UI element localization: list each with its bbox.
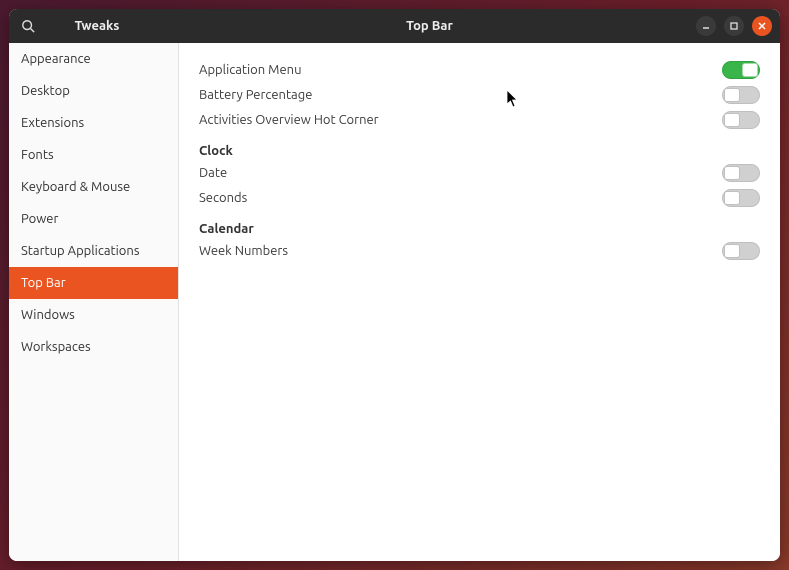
toggle-application-menu[interactable] <box>722 61 760 79</box>
sidebar: Appearance Desktop Extensions Fonts Keyboard… <box>9 43 179 561</box>
toggle-knob <box>724 166 740 180</box>
sidebar-item-workspaces[interactable]: Workspaces <box>9 331 178 363</box>
section-title-clock: Clock <box>199 144 760 158</box>
setting-label-application-menu: Application Menu <box>199 63 302 77</box>
app-title: Tweaks <box>43 19 151 33</box>
search-icon <box>21 19 35 33</box>
section-calendar: Calendar Week Numbers <box>199 222 760 263</box>
toggle-knob <box>724 191 740 205</box>
titlebar[interactable]: Tweaks Top Bar <box>9 9 780 43</box>
search-button[interactable] <box>13 9 43 43</box>
setting-row-application-menu: Application Menu <box>199 57 760 82</box>
page-title: Top Bar <box>179 19 680 33</box>
content-area: Application Menu Battery Percentage Activi… <box>179 43 780 561</box>
sidebar-item-keyboard-mouse[interactable]: Keyboard & Mouse <box>9 171 178 203</box>
toggle-battery-percentage[interactable] <box>722 86 760 104</box>
section-title-calendar: Calendar <box>199 222 760 236</box>
setting-row-seconds: Seconds <box>199 185 760 210</box>
titlebar-left: Tweaks <box>9 9 179 43</box>
sidebar-item-top-bar[interactable]: Top Bar <box>9 267 178 299</box>
toggle-activities-hot-corner[interactable] <box>722 111 760 129</box>
sidebar-item-label: Keyboard & Mouse <box>21 180 130 194</box>
setting-row-battery-percentage: Battery Percentage <box>199 82 760 107</box>
toggle-week-numbers[interactable] <box>722 242 760 260</box>
toggle-seconds[interactable] <box>722 189 760 207</box>
section-clock: Clock Date Seconds <box>199 144 760 210</box>
setting-label-date: Date <box>199 166 227 180</box>
section-general: Application Menu Battery Percentage Activi… <box>199 57 760 132</box>
sidebar-item-label: Appearance <box>21 52 91 66</box>
setting-label-seconds: Seconds <box>199 191 247 205</box>
sidebar-item-startup-applications[interactable]: Startup Applications <box>9 235 178 267</box>
sidebar-item-label: Windows <box>21 308 75 322</box>
setting-row-week-numbers: Week Numbers <box>199 238 760 263</box>
maximize-button[interactable] <box>724 16 744 36</box>
sidebar-item-label: Fonts <box>21 148 54 162</box>
minimize-button[interactable] <box>696 16 716 36</box>
window: Tweaks Top Bar Appearance Desktop Extensio… <box>9 9 780 561</box>
setting-label-battery-percentage: Battery Percentage <box>199 88 312 102</box>
sidebar-item-windows[interactable]: Windows <box>9 299 178 331</box>
sidebar-item-power[interactable]: Power <box>9 203 178 235</box>
sidebar-item-fonts[interactable]: Fonts <box>9 139 178 171</box>
close-icon <box>757 21 767 31</box>
toggle-knob <box>742 63 758 77</box>
maximize-icon <box>729 21 739 31</box>
minimize-icon <box>701 21 711 31</box>
setting-label-week-numbers: Week Numbers <box>199 244 288 258</box>
sidebar-item-label: Startup Applications <box>21 244 139 258</box>
sidebar-item-appearance[interactable]: Appearance <box>9 43 178 75</box>
sidebar-item-label: Top Bar <box>21 276 66 290</box>
setting-row-date: Date <box>199 160 760 185</box>
window-body: Appearance Desktop Extensions Fonts Keyboard… <box>9 43 780 561</box>
window-controls <box>696 9 772 43</box>
setting-label-activities-hot-corner: Activities Overview Hot Corner <box>199 113 379 127</box>
sidebar-item-label: Power <box>21 212 58 226</box>
toggle-knob <box>724 88 740 102</box>
toggle-knob <box>724 244 740 258</box>
sidebar-item-desktop[interactable]: Desktop <box>9 75 178 107</box>
sidebar-item-label: Desktop <box>21 84 70 98</box>
setting-row-activities-hot-corner: Activities Overview Hot Corner <box>199 107 760 132</box>
sidebar-item-label: Extensions <box>21 116 84 130</box>
toggle-knob <box>724 113 740 127</box>
sidebar-item-extensions[interactable]: Extensions <box>9 107 178 139</box>
toggle-date[interactable] <box>722 164 760 182</box>
sidebar-item-label: Workspaces <box>21 340 91 354</box>
close-button[interactable] <box>752 16 772 36</box>
